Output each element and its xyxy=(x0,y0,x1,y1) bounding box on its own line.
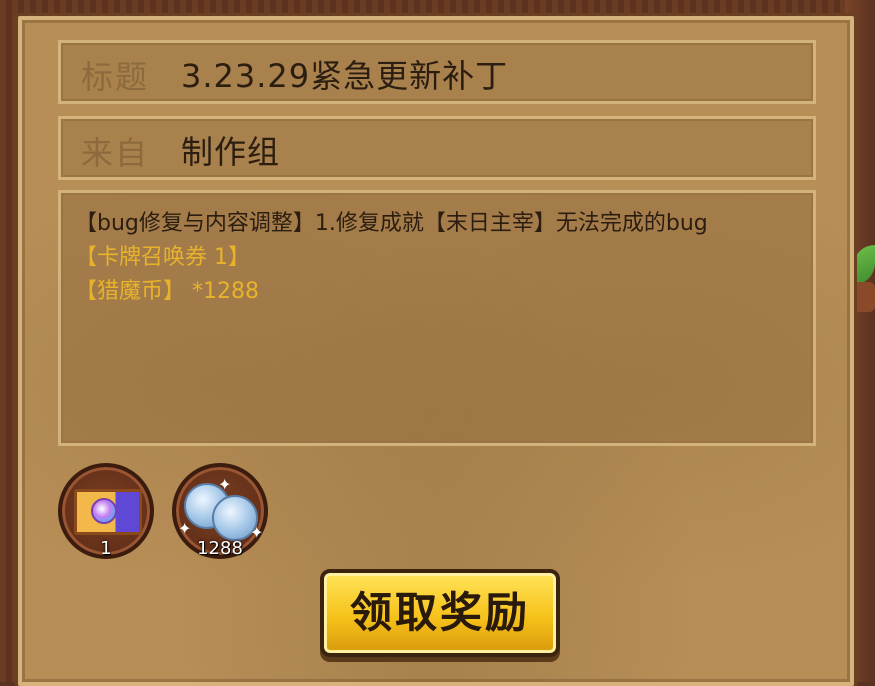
reward-count: 1288 xyxy=(197,538,243,559)
mail-title: 3.23.29紧急更新补丁 xyxy=(181,57,509,95)
content-line: 【bug修复与内容调整】1.修复成就【末日主宰】无法完成的bug xyxy=(75,211,708,236)
content-line-reward-coin: 【猎魔币】 *1288 xyxy=(75,279,259,304)
mail-content[interactable]: 【bug修复与内容调整】1.修复成就【末日主宰】无法完成的bug 【卡牌召唤券 … xyxy=(58,190,816,446)
reward-item-coin[interactable]: ✦ ✦ ✦ 1288 xyxy=(172,463,268,559)
reward-count: 1 xyxy=(100,538,112,559)
gem-icon xyxy=(91,498,117,524)
title-label: 标题 xyxy=(81,58,150,96)
claim-rewards-button[interactable]: 领取奖励 xyxy=(320,569,560,657)
sparkle-icon: ✦ xyxy=(178,519,192,538)
leaf-icon xyxy=(853,245,875,285)
summon-ticket-icon xyxy=(74,489,142,535)
sparkle-icon: ✦ xyxy=(218,475,232,494)
title-row: 标题 3.23.29紧急更新补丁 xyxy=(58,40,816,104)
reward-item-ticket[interactable]: 1 xyxy=(58,463,154,559)
from-label: 来自 xyxy=(81,134,150,172)
mail-detail-panel: 标题 3.23.29紧急更新补丁 来自 制作组 【bug修复与内容调整】1.修复… xyxy=(18,16,854,686)
claim-rewards-label: 领取奖励 xyxy=(349,588,530,637)
mail-sender: 制作组 xyxy=(181,133,281,171)
content-line-reward-ticket: 【卡牌召唤券 1】 xyxy=(75,245,250,270)
hunting-coin-icon: ✦ ✦ ✦ xyxy=(178,475,263,542)
sender-row: 来自 制作组 xyxy=(58,116,816,180)
